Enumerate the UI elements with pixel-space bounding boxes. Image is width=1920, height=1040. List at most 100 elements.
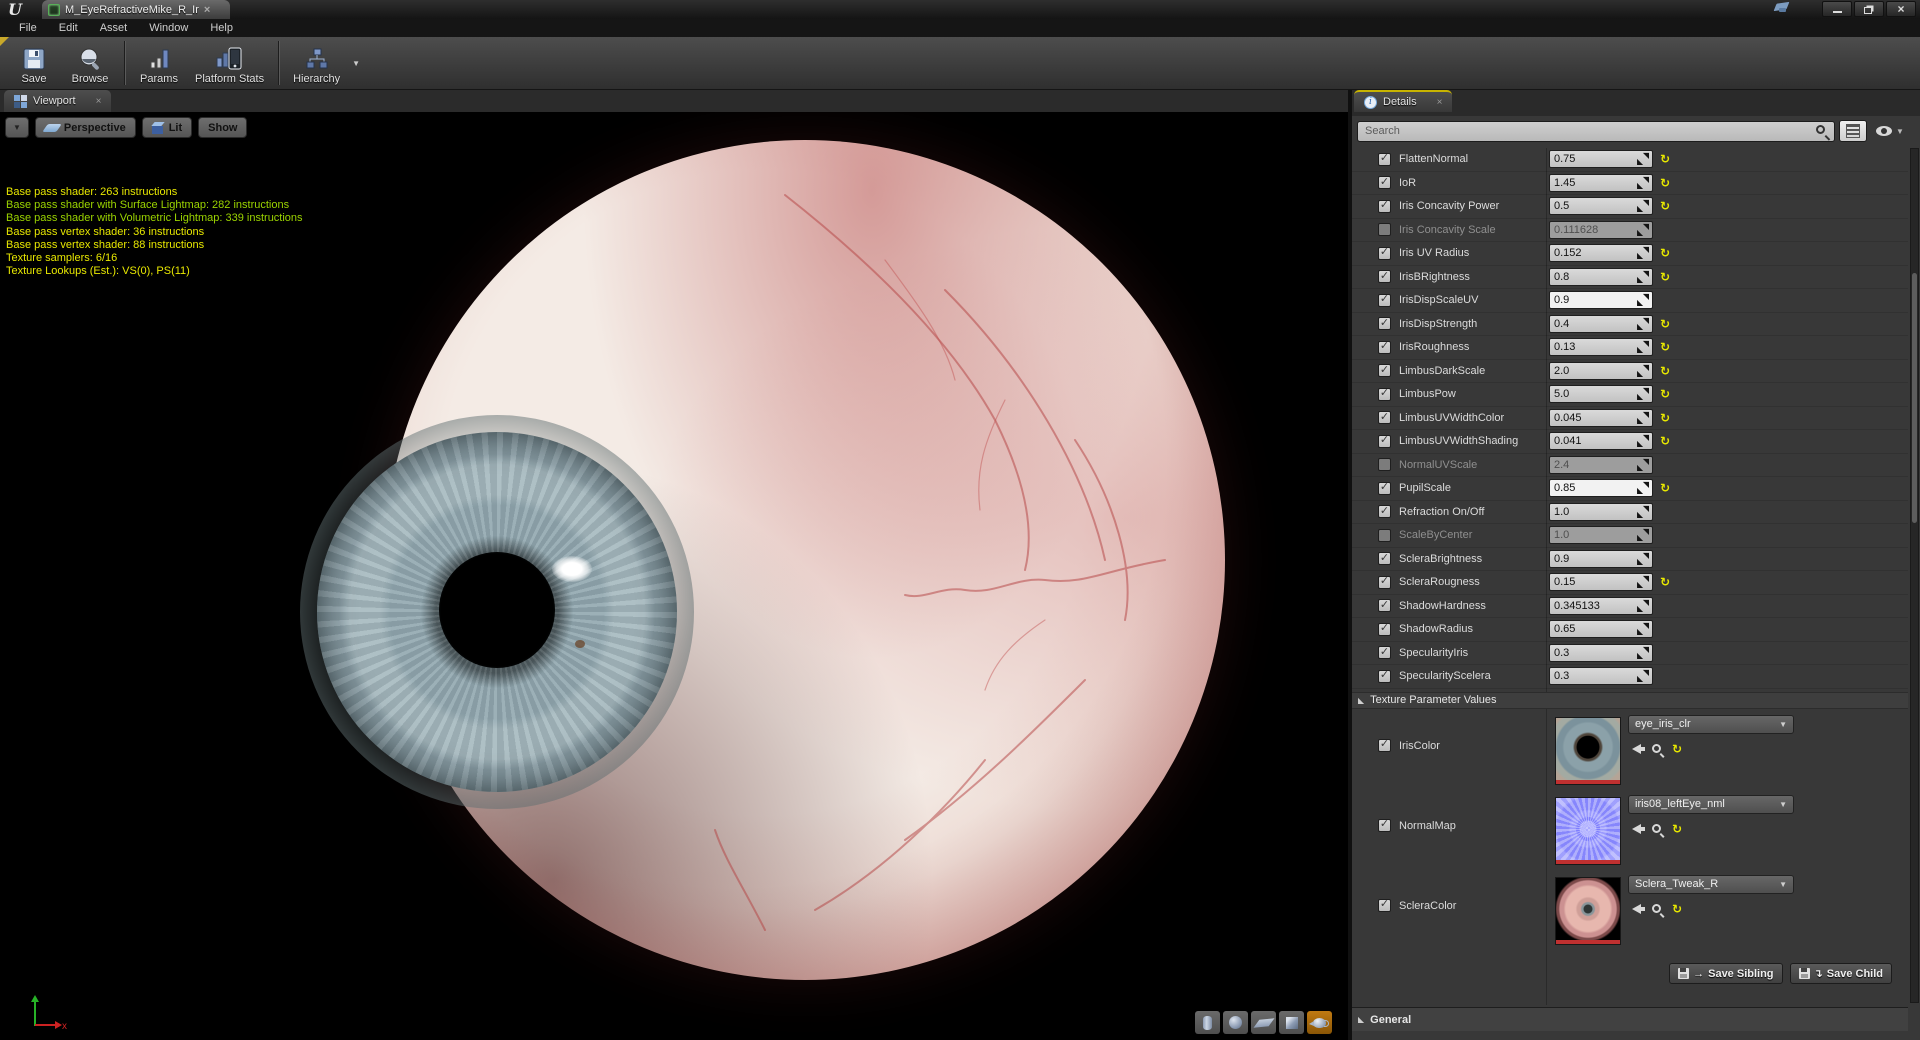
param-value-input[interactable]: 0.045 ◥◣: [1549, 409, 1653, 427]
reset-to-default-icon[interactable]: ↺: [1660, 199, 1670, 213]
details-scrollbar[interactable]: [1910, 148, 1919, 1003]
reset-to-default-icon[interactable]: ↺: [1660, 152, 1670, 166]
display-filter-button[interactable]: [1839, 120, 1867, 142]
param-value-input[interactable]: 0.5 ◥◣: [1549, 197, 1653, 215]
param-value-input[interactable]: 0.85 ◥◣: [1549, 479, 1653, 497]
value-drag-handle-icon[interactable]: ◥◣: [1638, 577, 1648, 587]
value-drag-handle-icon[interactable]: ◥◣: [1638, 436, 1648, 446]
minimize-button[interactable]: [1822, 1, 1852, 17]
param-value-input[interactable]: 2.4 ◥◣: [1549, 456, 1653, 474]
viewport-tab[interactable]: Viewport ×: [4, 90, 111, 112]
reset-to-default-icon[interactable]: ↺: [1660, 246, 1670, 260]
value-drag-handle-icon[interactable]: ◥◣: [1638, 225, 1648, 235]
value-drag-handle-icon[interactable]: ◥◣: [1638, 201, 1648, 211]
param-checkbox[interactable]: [1378, 670, 1391, 683]
scrollbar-thumb[interactable]: [1912, 273, 1917, 523]
param-checkbox[interactable]: [1378, 458, 1391, 471]
param-value-input[interactable]: 0.4 ◥◣: [1549, 315, 1653, 333]
param-checkbox[interactable]: [1378, 270, 1391, 283]
reset-to-default-icon[interactable]: ↺: [1660, 434, 1670, 448]
value-drag-handle-icon[interactable]: ◥◣: [1638, 624, 1648, 634]
param-checkbox[interactable]: [1378, 200, 1391, 213]
param-value-input[interactable]: 0.13 ◥◣: [1549, 338, 1653, 356]
value-drag-handle-icon[interactable]: ◥◣: [1638, 248, 1648, 258]
menu-help[interactable]: Help: [199, 22, 244, 34]
param-checkbox[interactable]: [1378, 623, 1391, 636]
asset-document-tab[interactable]: M_EyeRefractiveMike_R_Ir ×: [42, 0, 230, 19]
value-drag-handle-icon[interactable]: ◥◣: [1638, 671, 1648, 681]
param-value-input[interactable]: 0.041 ◥◣: [1549, 432, 1653, 450]
param-value-input[interactable]: 0.15 ◥◣: [1549, 573, 1653, 591]
preview-shape-sphere-button[interactable]: [1223, 1011, 1248, 1034]
show-menu-button[interactable]: Show: [198, 117, 247, 138]
param-value-input[interactable]: 0.75 ◥◣: [1549, 150, 1653, 168]
texture-asset-dropdown[interactable]: iris08_leftEye_nml ▼: [1628, 795, 1794, 814]
param-checkbox[interactable]: [1378, 552, 1391, 565]
params-button[interactable]: Params: [133, 40, 185, 86]
viewport-3d-view[interactable]: ▼ Perspective Lit Show Base pass shader:…: [0, 112, 1348, 1040]
save-child-button[interactable]: ↴ Save Child: [1790, 963, 1892, 984]
param-value-input[interactable]: 1.0 ◥◣: [1549, 526, 1653, 544]
lit-mode-button[interactable]: Lit: [142, 117, 192, 138]
texture-thumbnail[interactable]: [1555, 797, 1621, 865]
hierarchy-dropdown-caret-icon[interactable]: ▼: [352, 59, 360, 68]
param-checkbox[interactable]: [1378, 529, 1391, 542]
reset-to-default-icon[interactable]: ↺: [1672, 742, 1682, 756]
param-value-input[interactable]: 0.9 ◥◣: [1549, 550, 1653, 568]
param-value-input[interactable]: 0.111628 ◥◣: [1549, 221, 1653, 239]
browse-button[interactable]: Browse: [64, 40, 116, 86]
param-value-input[interactable]: 2.0 ◥◣: [1549, 362, 1653, 380]
restore-button[interactable]: [1854, 1, 1884, 17]
param-value-input[interactable]: 1.0 ◥◣: [1549, 503, 1653, 521]
param-checkbox[interactable]: [1378, 576, 1391, 589]
param-checkbox[interactable]: [1378, 317, 1391, 330]
details-tab-close-icon[interactable]: ×: [1437, 97, 1443, 108]
hierarchy-button[interactable]: Hierarchy: [287, 40, 346, 86]
value-drag-handle-icon[interactable]: ◥◣: [1638, 178, 1648, 188]
value-drag-handle-icon[interactable]: ◥◣: [1638, 319, 1648, 329]
value-drag-handle-icon[interactable]: ◥◣: [1638, 389, 1648, 399]
param-checkbox[interactable]: [1378, 505, 1391, 518]
reset-to-default-icon[interactable]: ↺: [1672, 902, 1682, 916]
param-checkbox[interactable]: [1378, 819, 1391, 832]
texture-parameter-values-section-header[interactable]: ◣ Texture Parameter Values: [1352, 692, 1908, 709]
reset-to-default-icon[interactable]: ↺: [1660, 575, 1670, 589]
preview-shape-cylinder-button[interactable]: [1195, 1011, 1220, 1034]
param-value-input[interactable]: 0.65 ◥◣: [1549, 620, 1653, 638]
param-checkbox[interactable]: [1378, 435, 1391, 448]
browse-to-asset-icon[interactable]: [1652, 824, 1661, 833]
texture-thumbnail[interactable]: [1555, 877, 1621, 945]
param-checkbox[interactable]: [1378, 599, 1391, 612]
tutorials-icon[interactable]: [1774, 3, 1790, 11]
texture-thumbnail[interactable]: [1555, 717, 1621, 785]
param-value-input[interactable]: 0.3 ◥◣: [1549, 644, 1653, 662]
menu-edit[interactable]: Edit: [48, 22, 89, 34]
value-drag-handle-icon[interactable]: ◥◣: [1638, 295, 1648, 305]
save-button[interactable]: Save: [8, 40, 60, 86]
param-checkbox[interactable]: [1378, 223, 1391, 236]
reset-to-default-icon[interactable]: ↺: [1672, 822, 1682, 836]
param-value-input[interactable]: 0.9 ◥◣: [1549, 291, 1653, 309]
param-checkbox[interactable]: [1378, 411, 1391, 424]
reset-to-default-icon[interactable]: ↺: [1660, 176, 1670, 190]
param-checkbox[interactable]: [1378, 646, 1391, 659]
use-selected-asset-icon[interactable]: [1632, 904, 1641, 914]
reset-to-default-icon[interactable]: ↺: [1660, 340, 1670, 354]
reset-to-default-icon[interactable]: ↺: [1660, 411, 1670, 425]
value-drag-handle-icon[interactable]: ◥◣: [1638, 342, 1648, 352]
use-selected-asset-icon[interactable]: [1632, 824, 1641, 834]
browse-to-asset-icon[interactable]: [1652, 744, 1661, 753]
texture-asset-dropdown[interactable]: eye_iris_clr ▼: [1628, 715, 1794, 734]
viewport-tab-close-icon[interactable]: ×: [96, 96, 102, 107]
param-value-input[interactable]: 0.3 ◥◣: [1549, 667, 1653, 685]
asset-tab-close-icon[interactable]: ×: [204, 4, 210, 16]
texture-asset-dropdown[interactable]: Sclera_Tweak_R ▼: [1628, 875, 1794, 894]
save-sibling-button[interactable]: → Save Sibling: [1669, 963, 1782, 984]
param-checkbox[interactable]: [1378, 153, 1391, 166]
value-drag-handle-icon[interactable]: ◥◣: [1638, 154, 1648, 164]
preview-shape-cube-button[interactable]: [1279, 1011, 1304, 1034]
value-drag-handle-icon[interactable]: ◥◣: [1638, 554, 1648, 564]
use-selected-asset-icon[interactable]: [1632, 744, 1641, 754]
view-options-button[interactable]: ▼: [1871, 120, 1909, 142]
reset-to-default-icon[interactable]: ↺: [1660, 481, 1670, 495]
